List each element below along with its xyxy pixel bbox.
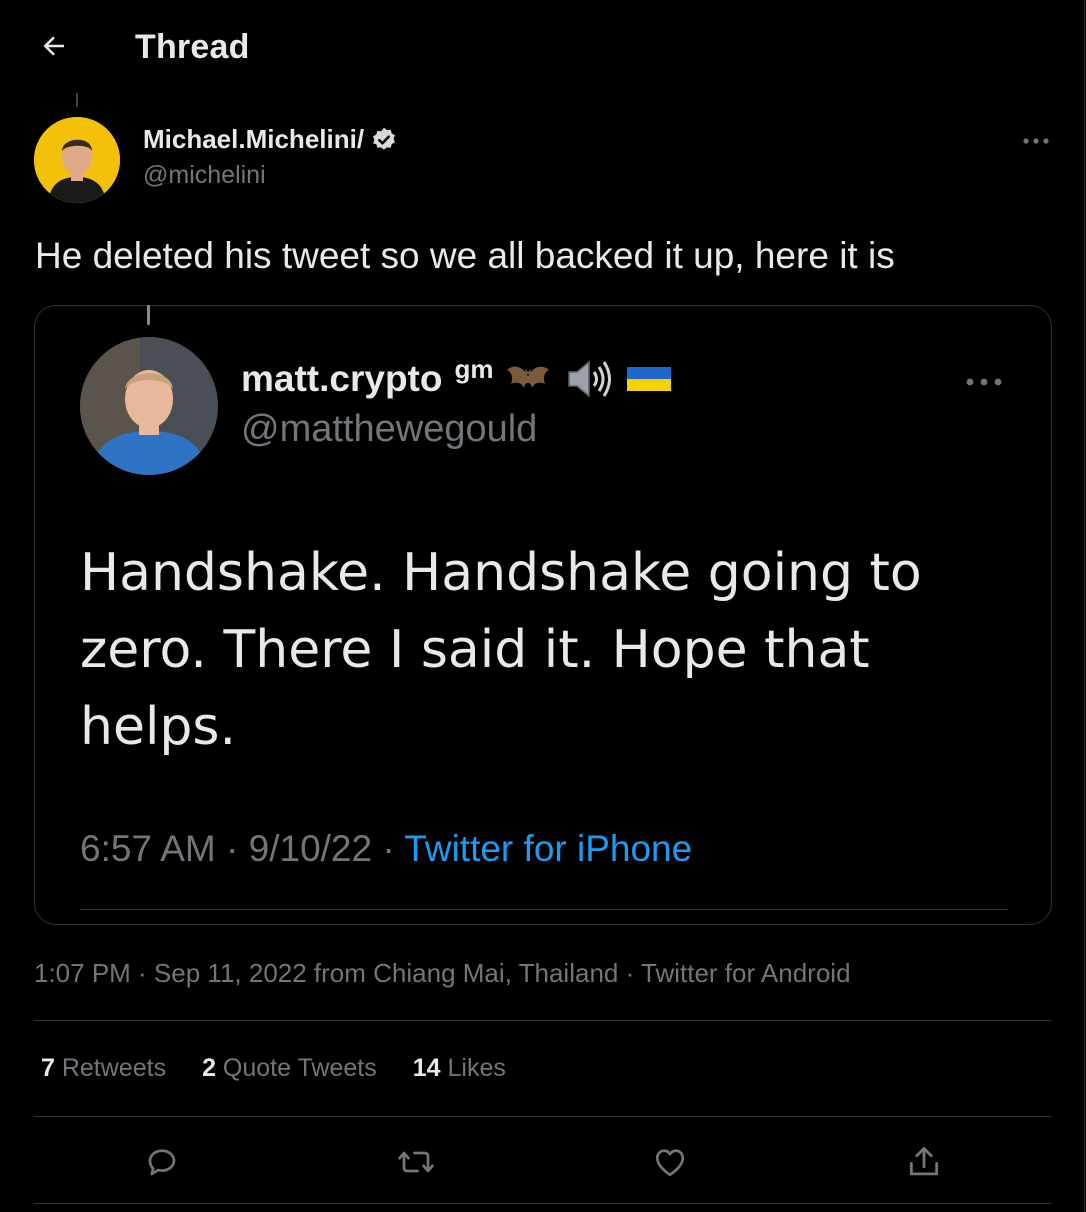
ukraine-flag-icon: [627, 367, 672, 391]
verified-badge-icon: [373, 127, 396, 150]
quoted-tweet-text: Handshake. Handshake going to zero. Ther…: [80, 535, 960, 766]
share-button[interactable]: [902, 1140, 946, 1184]
retweets-label: Retweets: [54, 1054, 167, 1082]
quote-tweets-stat[interactable]: 2 Quote Tweets: [202, 1054, 377, 1083]
page-title: Thread: [135, 28, 250, 66]
quoted-tweet-meta: 6:57 AM · 9/10/22 · Twitter for iPhone: [80, 828, 692, 870]
quoted-text-line: helps.: [80, 697, 237, 757]
likes-label: Likes: [440, 1054, 506, 1082]
bat-emoji-icon: [507, 366, 550, 388]
divider: [34, 1116, 1052, 1117]
divider: [34, 1020, 1052, 1021]
more-icon: [1023, 138, 1049, 144]
quoted-author-name: matt.crypto: [241, 358, 443, 399]
share-icon: [909, 1147, 939, 1176]
header: Thread: [0, 0, 1084, 92]
back-arrow-icon: [43, 36, 64, 56]
quoted-source-link[interactable]: Twitter for iPhone: [404, 828, 692, 869]
quoted-author-handle[interactable]: @matthewegould: [241, 408, 537, 451]
thread-view: Thread Michael.Michelini/ @michelini He …: [0, 0, 1085, 1212]
tweet-timestamp[interactable]: 1:07 PM · Sep 11, 2022 from Chiang Mai, …: [34, 958, 851, 989]
quotes-count: 2: [202, 1054, 216, 1082]
more-button[interactable]: [1016, 126, 1056, 156]
retweet-icon: [398, 1151, 434, 1173]
back-button[interactable]: [34, 26, 74, 66]
author-avatar[interactable]: [34, 117, 120, 203]
tweet-stats: 7 Retweets 2 Quote Tweets 14 Likes: [41, 1054, 506, 1083]
action-bar: [0, 1140, 1084, 1184]
reply-icon: [148, 1149, 176, 1176]
quoted-timestamp: 6:57 AM · 9/10/22 ·: [80, 828, 405, 869]
quoted-name-suffix: gm: [454, 353, 494, 384]
quote-connector: [147, 305, 150, 325]
quotes-label: Quote Tweets: [215, 1054, 377, 1082]
quoted-text-line: Handshake. Handshake going to: [80, 543, 922, 603]
quoted-author-avatar[interactable]: [80, 337, 218, 475]
more-icon: [966, 378, 1002, 386]
tweet-text: He deleted his tweet so we all backed it…: [35, 235, 895, 276]
likes-stat[interactable]: 14 Likes: [413, 1054, 506, 1083]
quoted-more-button[interactable]: [962, 370, 1006, 394]
quoted-text-line: zero. There I said it. Hope that: [80, 620, 870, 680]
likes-count: 14: [412, 1054, 441, 1082]
retweet-button[interactable]: [394, 1140, 438, 1184]
reply-button[interactable]: [140, 1140, 184, 1184]
author-handle[interactable]: @michelini: [143, 161, 266, 190]
author-avatar-image: [34, 117, 120, 203]
retweets-count: 7: [41, 1054, 55, 1082]
like-icon: [655, 1149, 685, 1177]
quoted-avatar-image: [80, 337, 218, 475]
author-name-row[interactable]: Michael.Michelini/: [143, 124, 398, 155]
quoted-divider: [80, 909, 1008, 910]
divider: [34, 1203, 1052, 1204]
retweets-stat[interactable]: 7 Retweets: [41, 1054, 166, 1083]
author-name: Michael.Michelini/: [143, 124, 365, 154]
quoted-author-name-row[interactable]: matt.crypto gm: [241, 353, 673, 402]
like-button[interactable]: [648, 1140, 692, 1184]
thread-connector: [76, 93, 78, 107]
speaker-emoji-icon: [568, 360, 612, 398]
